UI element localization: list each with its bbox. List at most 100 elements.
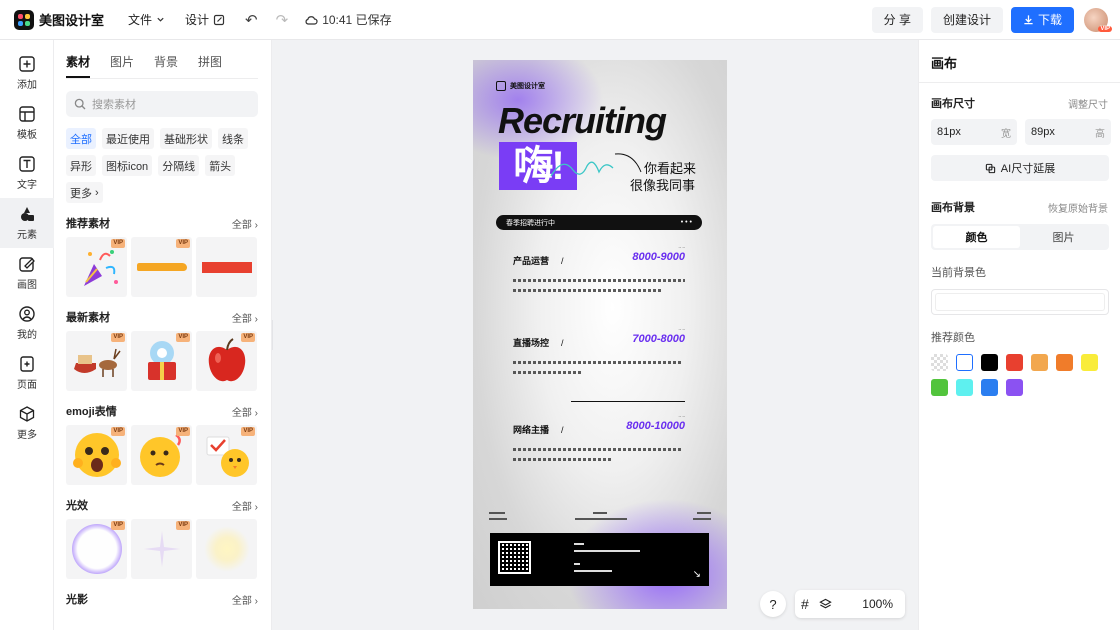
asset-rainbow-bubble[interactable]: VIP bbox=[66, 519, 127, 579]
recommended-colors-label: 推荐颜色 bbox=[931, 332, 975, 344]
tag-dividers[interactable]: 分隔线 bbox=[158, 155, 200, 176]
brush-stroke-shape bbox=[136, 263, 187, 271]
asset-thinking-emoji[interactable]: VIP bbox=[131, 425, 192, 485]
tab-backgrounds[interactable]: 背景 bbox=[154, 53, 178, 78]
search-input[interactable]: 搜索素材 bbox=[66, 91, 258, 117]
see-all-link[interactable]: 全部 › bbox=[232, 498, 258, 513]
asset-shocked-emoji[interactable]: VIP bbox=[66, 425, 127, 485]
swatch-color[interactable] bbox=[1056, 354, 1073, 371]
grid-icon[interactable]: # bbox=[801, 596, 809, 612]
chick-emoji-icon bbox=[206, 436, 249, 477]
poster-job[interactable]: 产品运营 / -- -- 8000-9000 bbox=[513, 244, 688, 292]
create-design-button[interactable]: 创建设计 bbox=[930, 6, 1003, 33]
section-title: 光影 bbox=[66, 594, 88, 606]
see-all-link[interactable]: 全部 › bbox=[232, 592, 258, 607]
ai-resize-button[interactable]: AI尺寸延展 bbox=[931, 155, 1109, 181]
rail-item-template[interactable]: 模板 bbox=[0, 98, 54, 148]
asset-panel: 素材 图片 背景 拼图 搜索素材 全部 最近使用 基础形状 线条 异形 图标ic… bbox=[54, 40, 272, 630]
tag-recent[interactable]: 最近使用 bbox=[102, 128, 154, 149]
rail-item-mine[interactable]: 我的 bbox=[0, 298, 54, 348]
poster-job[interactable]: 网络主播 / -- -- 8000-10000 bbox=[513, 413, 688, 461]
see-all-link[interactable]: 全部 › bbox=[232, 310, 258, 325]
properties-panel: 画布 画布尺寸 调整尺寸 81px 宽 89px 高 AI尺寸延展 画布背景 恢… bbox=[918, 40, 1120, 630]
tag-lines[interactable]: 线条 bbox=[218, 128, 248, 149]
swatch-color[interactable] bbox=[931, 379, 948, 396]
asset-reindeer-sleigh[interactable]: VIP bbox=[66, 331, 127, 391]
thinking-emoji-icon bbox=[139, 433, 181, 477]
tag-icons[interactable]: 图标icon bbox=[102, 155, 153, 176]
download-button[interactable]: 下载 bbox=[1010, 6, 1074, 33]
poster-headline[interactable]: Recruiting bbox=[498, 100, 667, 142]
contact-line bbox=[574, 550, 640, 552]
current-bg-color-field[interactable] bbox=[931, 289, 1109, 315]
help-button[interactable]: ? bbox=[760, 591, 786, 617]
section-title: 最新素材 bbox=[66, 312, 110, 324]
rail-item-elements[interactable]: 元素 bbox=[0, 198, 54, 248]
swatch-color[interactable] bbox=[1006, 354, 1023, 371]
poster-brand[interactable]: 美图设计室 bbox=[496, 81, 545, 91]
rail-item-more[interactable]: 更多 bbox=[0, 398, 54, 448]
tab-collage[interactable]: 拼图 bbox=[198, 53, 222, 78]
asset-red-apple[interactable]: VIP bbox=[196, 331, 257, 391]
poster-bar-dots: • • • bbox=[680, 219, 692, 226]
tab-materials[interactable]: 素材 bbox=[66, 53, 91, 78]
swatch-color[interactable] bbox=[1081, 354, 1098, 371]
design-menu[interactable]: 设计 bbox=[185, 11, 225, 28]
redo-icon[interactable]: ↷ bbox=[276, 11, 289, 29]
share-button[interactable]: 分 享 bbox=[871, 6, 923, 33]
swatch-color[interactable] bbox=[981, 354, 998, 371]
rail-item-page[interactable]: 页面 bbox=[0, 348, 54, 398]
width-unit: 宽 bbox=[1001, 128, 1011, 140]
asset-chick-emoji[interactable]: VIP bbox=[196, 425, 257, 485]
swatch-color[interactable] bbox=[956, 379, 973, 396]
swatch-transparent[interactable] bbox=[931, 354, 948, 371]
bg-type-image[interactable]: 图片 bbox=[1020, 226, 1107, 248]
vip-badge: VIP bbox=[241, 333, 255, 342]
tag-all[interactable]: 全部 bbox=[66, 128, 96, 149]
poster-logo-icon bbox=[496, 81, 506, 91]
filter-tags: 全部 最近使用 基础形状 线条 异形 图标icon 分隔线 箭头 更多 › bbox=[66, 128, 266, 203]
vip-badge: VIP bbox=[176, 427, 190, 436]
rail-item-text[interactable]: 文字 bbox=[0, 148, 54, 198]
rail-item-draw[interactable]: 画图 bbox=[0, 248, 54, 298]
zoom-level[interactable]: 100% bbox=[862, 597, 893, 611]
snow-globe-icon bbox=[147, 341, 176, 380]
asset-snow-globe[interactable]: VIP bbox=[131, 331, 192, 391]
rail-item-add[interactable]: 添加 bbox=[0, 48, 54, 98]
poster-contact-box[interactable]: ↘ bbox=[490, 533, 709, 586]
reset-bg-link[interactable]: 恢复原始背景 bbox=[1048, 200, 1108, 215]
tag-more[interactable]: 更多 › bbox=[66, 182, 103, 203]
script-signature-icon[interactable] bbox=[543, 146, 643, 186]
swatch-color[interactable] bbox=[1006, 379, 1023, 396]
height-field[interactable]: 89px 高 bbox=[1025, 119, 1111, 145]
poster-recruit-bar[interactable]: 春季招聘进行中 • • • bbox=[496, 215, 702, 230]
swatch-color[interactable] bbox=[981, 379, 998, 396]
bg-type-color[interactable]: 颜色 bbox=[933, 226, 1020, 248]
left-rail: 添加 模板 文字 元素 画图 我的 页面 更多 bbox=[0, 40, 54, 630]
poster-job[interactable]: 直播场控 / -- -- 7000-8000 bbox=[513, 326, 688, 374]
tag-irregular[interactable]: 异形 bbox=[66, 155, 96, 176]
tag-basic-shapes[interactable]: 基础形状 bbox=[160, 128, 212, 149]
see-all-link[interactable]: 全部 › bbox=[232, 404, 258, 419]
adjust-size-link[interactable]: 调整尺寸 bbox=[1068, 96, 1108, 111]
poster-tagline-2[interactable]: 很像我同事 bbox=[630, 175, 695, 194]
asset-soft-glow[interactable] bbox=[196, 519, 257, 579]
undo-icon[interactable]: ↶ bbox=[245, 11, 258, 29]
tab-images[interactable]: 图片 bbox=[110, 53, 134, 78]
swatch-color[interactable] bbox=[1031, 354, 1048, 371]
asset-red-rect[interactable] bbox=[196, 237, 257, 297]
tag-arrows[interactable]: 箭头 bbox=[205, 155, 236, 176]
asset-party-popper[interactable]: VIP bbox=[66, 237, 127, 297]
file-menu[interactable]: 文件 bbox=[128, 11, 165, 28]
layers-icon[interactable] bbox=[819, 598, 832, 611]
app-logo[interactable]: 美图设计室 bbox=[14, 9, 104, 30]
red-rect-shape bbox=[201, 261, 252, 273]
asset-orange-brush[interactable]: VIP bbox=[131, 237, 192, 297]
salary-unit-mark: -- -- bbox=[678, 326, 685, 331]
avatar[interactable]: VIP bbox=[1084, 7, 1112, 32]
asset-star-sparkle[interactable]: VIP bbox=[131, 519, 192, 579]
swatch-white[interactable] bbox=[956, 354, 973, 371]
poster-canvas[interactable]: 美图设计室 Recruiting 嗨! 你看起来 很像我同事 春季招聘进行中 •… bbox=[473, 60, 727, 609]
see-all-link[interactable]: 全部 › bbox=[232, 216, 258, 231]
width-field[interactable]: 81px 宽 bbox=[931, 119, 1017, 145]
